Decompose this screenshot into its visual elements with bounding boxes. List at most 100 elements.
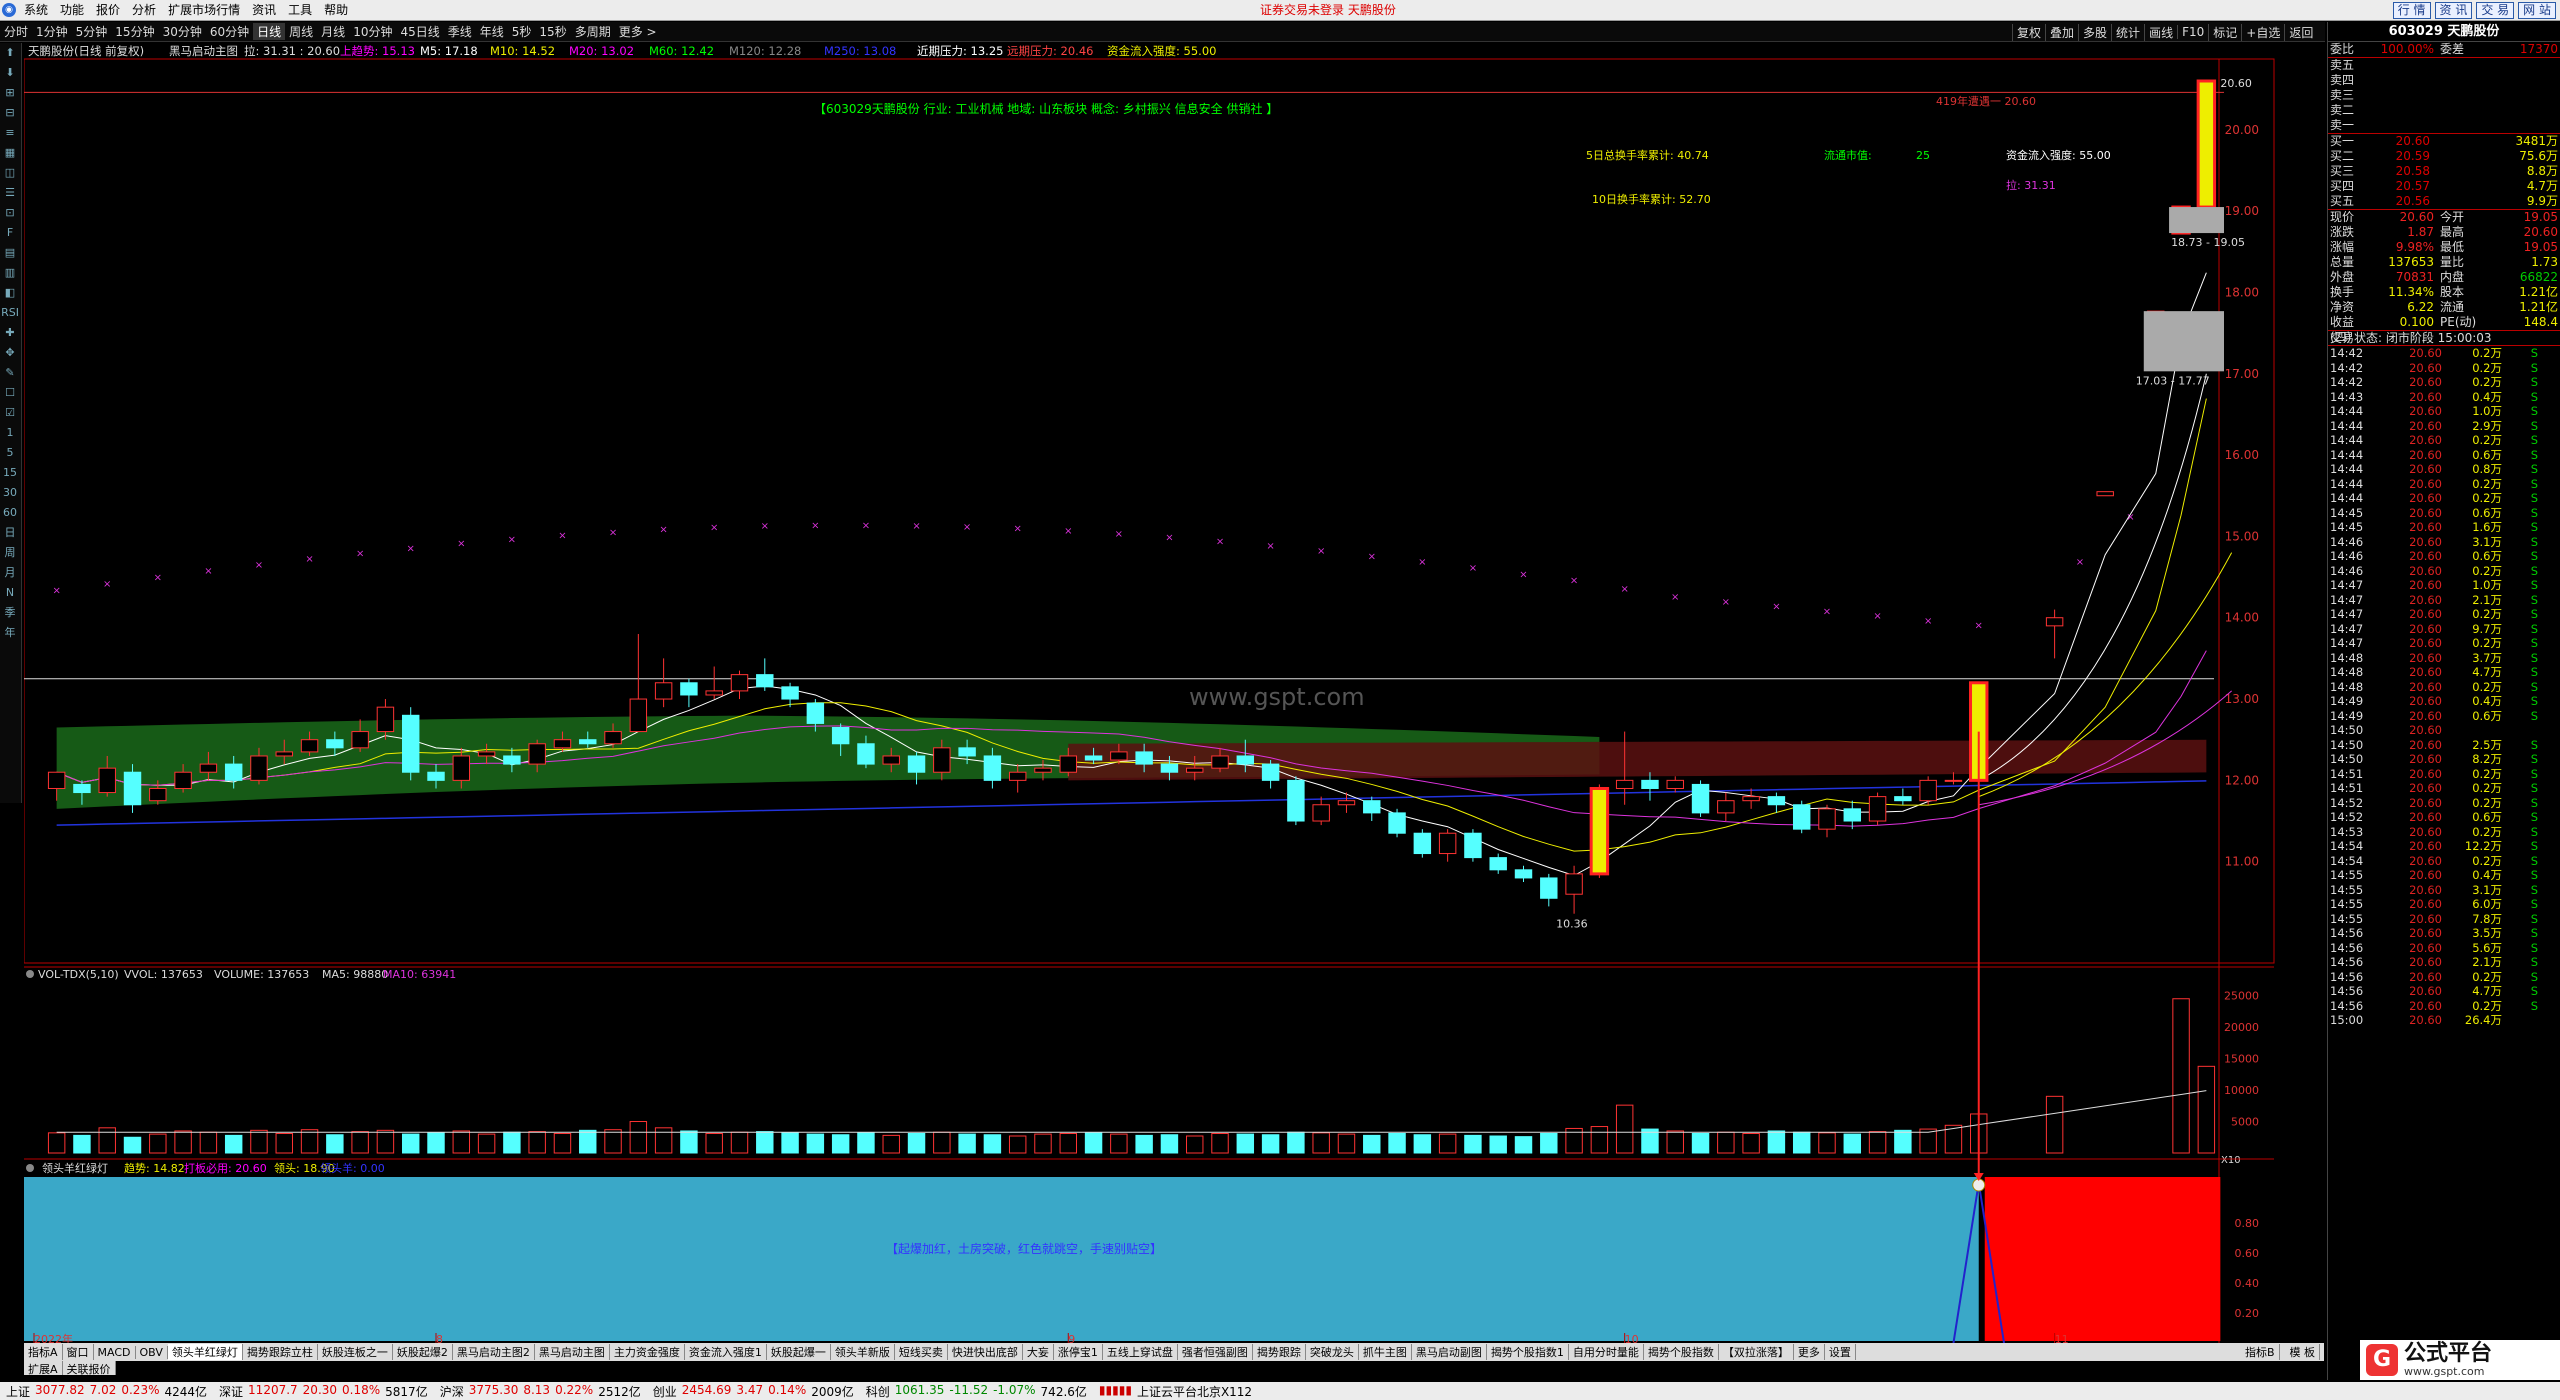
candle[interactable] [2045, 609, 2064, 659]
period-6[interactable]: 日线 [253, 23, 286, 40]
top-button-0[interactable]: 行 情 [2392, 2, 2431, 19]
buy-row[interactable]: 买五 20.56 9.9万 [2328, 194, 2560, 209]
candle[interactable] [1363, 796, 1381, 822]
menu-item-5[interactable]: 资讯 [246, 0, 282, 21]
indicator-tab-13[interactable]: 领头羊新版 [831, 1344, 895, 1360]
chart-tool-7[interactable]: +自选 [2241, 23, 2284, 41]
period-1[interactable]: 1分钟 [32, 23, 72, 40]
candle[interactable] [1514, 865, 1533, 883]
menu-item-3[interactable]: 分析 [126, 0, 162, 21]
indicator-tab-5[interactable]: 揭势跟踪立柱 [243, 1344, 318, 1360]
indicator-tab-21[interactable]: 突破龙头 [1306, 1344, 1359, 1360]
indicator-tab-2[interactable]: MACD [94, 1345, 136, 1359]
status-kc[interactable]: 科创 1061.35 -11.52 -1.07% 742.6亿 [860, 1383, 1093, 1400]
candle[interactable] [1792, 800, 1811, 834]
chart-tool-4[interactable]: 画线 [2144, 23, 2177, 41]
candle[interactable] [1489, 853, 1507, 874]
tick-list[interactable]: 14:42 20.60 0.2万 S 14:42 20.60 0.2万 S 14:42 20.60… [2328, 345, 2560, 1028]
candle[interactable] [1438, 829, 1457, 862]
menu-item-4[interactable]: 扩展市场行情 [162, 0, 246, 21]
candle[interactable] [1388, 808, 1406, 838]
sub-tab-0[interactable]: 扩展A [24, 1361, 63, 1376]
kline-chart[interactable]: 天鹏股份(日线 前复权) 黑马启动主图 拉: 31.31 : 20.60 上趋势: 1… [23, 43, 2324, 1346]
period-0[interactable]: 分时 [0, 23, 32, 40]
chart-tool-1[interactable]: 叠加 [2045, 23, 2078, 41]
period-13[interactable]: 5秒 [508, 23, 536, 40]
candle[interactable] [1868, 792, 1887, 826]
left-tool-icon-19[interactable]: 1 [0, 423, 20, 443]
period-5[interactable]: 60分钟 [206, 23, 253, 40]
indicator-tab-9[interactable]: 黑马启动主图 [535, 1344, 610, 1360]
menu-item-2[interactable]: 报价 [90, 0, 126, 21]
buy-row[interactable]: 买三 20.58 8.8万 [2328, 164, 2560, 179]
candle[interactable] [1767, 792, 1786, 813]
candle[interactable] [730, 670, 749, 700]
left-tool-icon-1[interactable]: ⬇ [0, 63, 20, 83]
sell-row[interactable]: 卖五 [2328, 58, 2560, 73]
period-4[interactable]: 30分钟 [159, 23, 206, 40]
left-tool-icon-11[interactable]: ▥ [0, 263, 20, 283]
candle[interactable] [1312, 796, 1330, 826]
period-12[interactable]: 年线 [476, 23, 508, 40]
indicator-tab-15[interactable]: 快进快出底部 [948, 1344, 1023, 1360]
top-button-1[interactable]: 资 讯 [2434, 2, 2473, 19]
left-tool-icon-20[interactable]: 5 [0, 443, 20, 463]
indicator-tab-11[interactable]: 资金流入强度1 [685, 1344, 767, 1360]
left-tool-icon-28[interactable]: 季 [0, 603, 20, 623]
candle[interactable] [1641, 772, 1659, 801]
bottom-right-tab-1[interactable]: 模 板 [2286, 1344, 2320, 1360]
indicator-tab-22[interactable]: 抓牛主图 [1359, 1344, 1412, 1360]
period-11[interactable]: 季线 [444, 23, 476, 40]
left-tool-icon-24[interactable]: 日 [0, 523, 20, 543]
indicator-tab-12[interactable]: 妖股起爆一 [767, 1344, 831, 1360]
left-tool-icon-14[interactable]: ✚ [0, 323, 20, 343]
candle[interactable] [680, 678, 698, 708]
candle[interactable] [1413, 829, 1432, 858]
indicator-tab-25[interactable]: 自用分时量能 [1569, 1344, 1644, 1360]
candle[interactable] [654, 658, 673, 708]
status-sz[interactable]: 深证 11207.7 20.30 0.18% 5817亿 [213, 1383, 434, 1400]
status-hs[interactable]: 沪深 3775.30 8.13 0.22% 2512亿 [434, 1383, 647, 1400]
vol-panel-icon[interactable] [26, 970, 34, 978]
candle[interactable] [629, 633, 648, 733]
sell-row[interactable]: 卖一 [2328, 118, 2560, 133]
candle[interactable] [1261, 760, 1280, 789]
left-tool-icon-26[interactable]: 月 [0, 563, 20, 583]
ind-panel-icon[interactable] [26, 1164, 34, 1172]
candle[interactable] [1589, 784, 1610, 878]
sell-row[interactable]: 卖四 [2328, 73, 2560, 88]
sell-row[interactable]: 卖二 [2328, 103, 2560, 118]
period-10[interactable]: 45日线 [396, 23, 443, 40]
left-tool-icon-17[interactable]: ☐ [0, 383, 20, 403]
candle[interactable] [401, 707, 420, 781]
candle[interactable] [2096, 491, 2114, 497]
left-tool-icon-0[interactable]: ⬆ [0, 43, 20, 63]
chart-tool-5[interactable]: F10 [2177, 25, 2208, 39]
period-9[interactable]: 10分钟 [349, 23, 396, 40]
left-tool-icon-16[interactable]: ✎ [0, 363, 20, 383]
period-3[interactable]: 15分钟 [111, 23, 158, 40]
indicator-tab-24[interactable]: 揭势个股指数1 [1487, 1344, 1569, 1360]
chart-tool-6[interactable]: 标记 [2208, 23, 2241, 41]
app-logo-icon[interactable]: ◉ [2, 3, 16, 17]
left-tool-icon-18[interactable]: ☑ [0, 403, 20, 423]
candle[interactable] [705, 666, 723, 700]
chart-tool-3[interactable]: 统计 [2111, 23, 2144, 41]
left-tool-icon-22[interactable]: 30 [0, 483, 20, 503]
candle[interactable] [1843, 800, 1862, 830]
sub-tab-1[interactable]: 关联报价 [62, 1361, 116, 1376]
candle[interactable] [1818, 804, 1836, 838]
indicator-tab-1[interactable]: 窗口 [63, 1344, 94, 1360]
left-tool-icon-12[interactable]: ◧ [0, 283, 20, 303]
indicator-tab-8[interactable]: 黑马启动主图2 [453, 1344, 535, 1360]
period-14[interactable]: 15秒 [535, 23, 570, 40]
indicator-tab-26[interactable]: 揭势个股指数 [1644, 1344, 1719, 1360]
indicator-tab-20[interactable]: 揭势跟踪 [1253, 1344, 1306, 1360]
left-tool-icon-6[interactable]: ◫ [0, 163, 20, 183]
chart-tool-0[interactable]: 复权 [2012, 23, 2045, 41]
left-tool-icon-10[interactable]: ▤ [0, 243, 20, 263]
left-tool-icon-27[interactable]: N [0, 583, 20, 603]
indicator-tab-28[interactable]: 更多 [1794, 1344, 1825, 1360]
candle[interactable] [1337, 792, 1356, 813]
left-tool-icon-9[interactable]: F [0, 223, 20, 243]
